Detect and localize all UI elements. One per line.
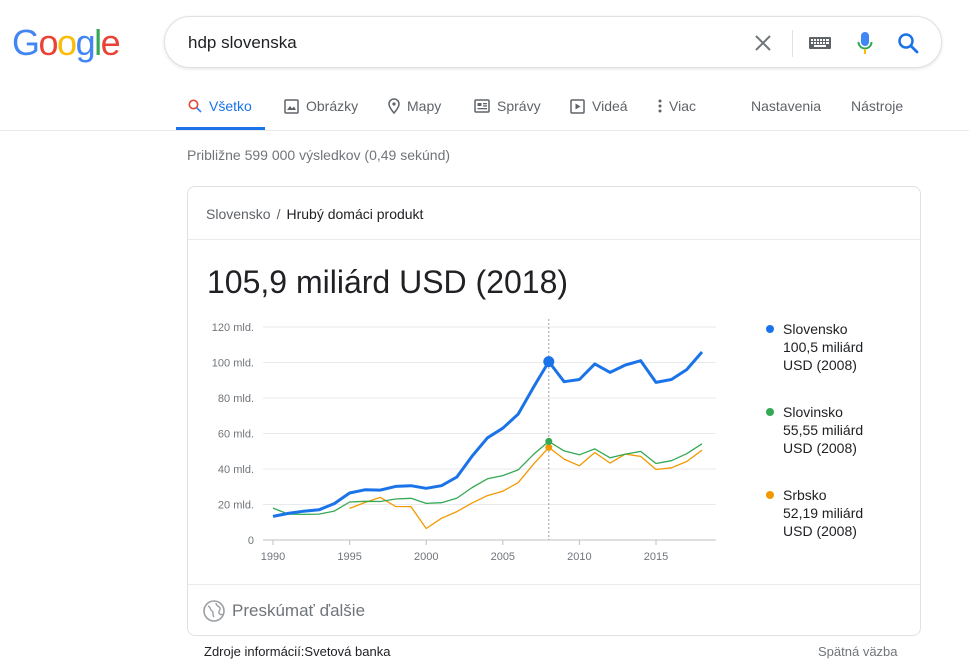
result-stats: Približne 599 000 výsledkov (0,49 sekúnd…	[187, 147, 451, 163]
x-tick-label: 2005	[491, 551, 515, 563]
y-tick-label: 0	[248, 535, 254, 547]
tab-images[interactable]: Obrázky	[284, 82, 358, 130]
legend-item-slovinsko[interactable]: Slovinsko 55,55 miliárd USD (2008)	[766, 403, 916, 457]
more-dots-icon	[658, 99, 662, 113]
logo-letter: G	[12, 22, 40, 63]
tab-news[interactable]: Správy	[474, 82, 541, 130]
search-box[interactable]: hdp slovenska	[164, 16, 942, 68]
chart-legend: Slovensko 100,5 miliárd USD (2008) Slovi…	[766, 320, 916, 569]
highlight-point-srbsko	[545, 443, 553, 451]
legend-dot	[766, 408, 774, 416]
legend-dot	[766, 491, 774, 499]
y-tick-label: 120 mld.	[212, 322, 254, 334]
feedback-link[interactable]: Spätná väzba	[818, 644, 898, 659]
globe-icon	[203, 599, 225, 622]
data-source: Zdroje informácií:Svetová banka	[204, 644, 391, 659]
legend-series-name: Slovensko	[783, 321, 848, 337]
y-tick-label: 60 mld.	[218, 429, 254, 441]
highlight-point-slovinsko	[545, 437, 553, 445]
gdp-headline: 105,9 miliárd USD (2018)	[207, 264, 569, 300]
search-tabs: Všetko Obrázky Mapy Správy Videá Viac Na…	[0, 82, 969, 131]
y-tick-label: 100 mld.	[212, 358, 254, 370]
news-icon	[474, 99, 490, 113]
x-tick-label: 1990	[261, 551, 285, 563]
search-box-divider	[792, 30, 793, 57]
breadcrumb: Slovensko / Hrubý domáci produkt	[206, 206, 423, 222]
tools-link[interactable]: Nástroje	[851, 82, 903, 130]
y-tick-label: 20 mld.	[218, 500, 254, 512]
x-tick-label: 1995	[337, 551, 361, 563]
map-pin-icon	[388, 98, 400, 114]
logo-letter: g	[75, 22, 96, 63]
google-logo[interactable]: Google	[12, 22, 121, 64]
x-tick-label: 2000	[414, 551, 438, 563]
tab-videos[interactable]: Videá	[570, 82, 628, 130]
series-line-slovinsko	[272, 440, 703, 516]
explore-label: Preskúmať ďalšie	[232, 600, 366, 620]
settings-link[interactable]: Nastavenia	[751, 82, 821, 130]
tab-label: Obrázky	[306, 98, 359, 114]
tab-label: Správy	[497, 98, 541, 114]
tab-label: Videá	[592, 98, 628, 114]
gdp-card: Slovensko / Hrubý domáci produkt 105,9 mil…	[187, 186, 921, 636]
logo-letter: e	[100, 22, 121, 63]
tab-all[interactable]: Všetko	[176, 82, 265, 130]
x-tick-label: 2015	[644, 551, 668, 563]
series-line-slovensko	[272, 351, 704, 518]
legend-series-year: USD (2008)	[783, 523, 857, 539]
microphone-icon[interactable]	[850, 29, 880, 57]
card-divider	[188, 239, 920, 240]
tab-maps[interactable]: Mapy	[388, 82, 441, 130]
legend-series-value: 100,5 miliárd	[783, 339, 864, 355]
gdp-chart[interactable]: 0 20 mld. 40 mld. 60 mld. 80 mld. 100 mld. 120…	[188, 307, 748, 577]
video-icon	[570, 98, 585, 114]
legend-series-year: USD (2008)	[783, 357, 857, 373]
clear-icon[interactable]	[748, 29, 778, 57]
legend-series-value: 55,55 miliárd	[783, 422, 864, 438]
tab-label: Všetko	[209, 98, 252, 114]
y-tick-label: 40 mld.	[218, 464, 254, 476]
legend-dot	[766, 325, 774, 333]
logo-letter: o	[57, 22, 77, 63]
legend-item-slovensko[interactable]: Slovensko 100,5 miliárd USD (2008)	[766, 320, 916, 374]
logo-letter: o	[38, 22, 59, 63]
search-icon[interactable]	[893, 29, 923, 57]
series-line-srbsko	[349, 446, 703, 530]
legend-item-srbsko[interactable]: Srbsko 52,19 miliárd USD (2008)	[766, 486, 916, 540]
tab-more[interactable]: Viac	[658, 82, 696, 130]
breadcrumb-current: Hrubý domáci produkt	[286, 206, 424, 222]
tab-label: Viac	[669, 98, 696, 114]
legend-series-value: 52,19 miliárd	[783, 505, 864, 521]
legend-series-name: Slovinsko	[783, 404, 843, 420]
search-input[interactable]: hdp slovenska	[188, 33, 297, 53]
y-tick-label: 80 mld.	[218, 393, 254, 405]
image-icon	[284, 98, 299, 114]
search-icon	[188, 99, 202, 113]
keyboard-icon[interactable]	[805, 29, 835, 57]
x-tick-label: 2010	[567, 551, 591, 563]
legend-series-name: Srbsko	[783, 487, 827, 503]
tab-label: Mapy	[407, 98, 442, 114]
breadcrumb-parent[interactable]: Slovensko	[206, 206, 271, 222]
explore-more-button[interactable]: Preskúmať ďalšie	[188, 584, 920, 636]
legend-series-year: USD (2008)	[783, 440, 857, 456]
highlight-point-slovensko	[543, 356, 555, 368]
breadcrumb-separator: /	[276, 206, 281, 222]
